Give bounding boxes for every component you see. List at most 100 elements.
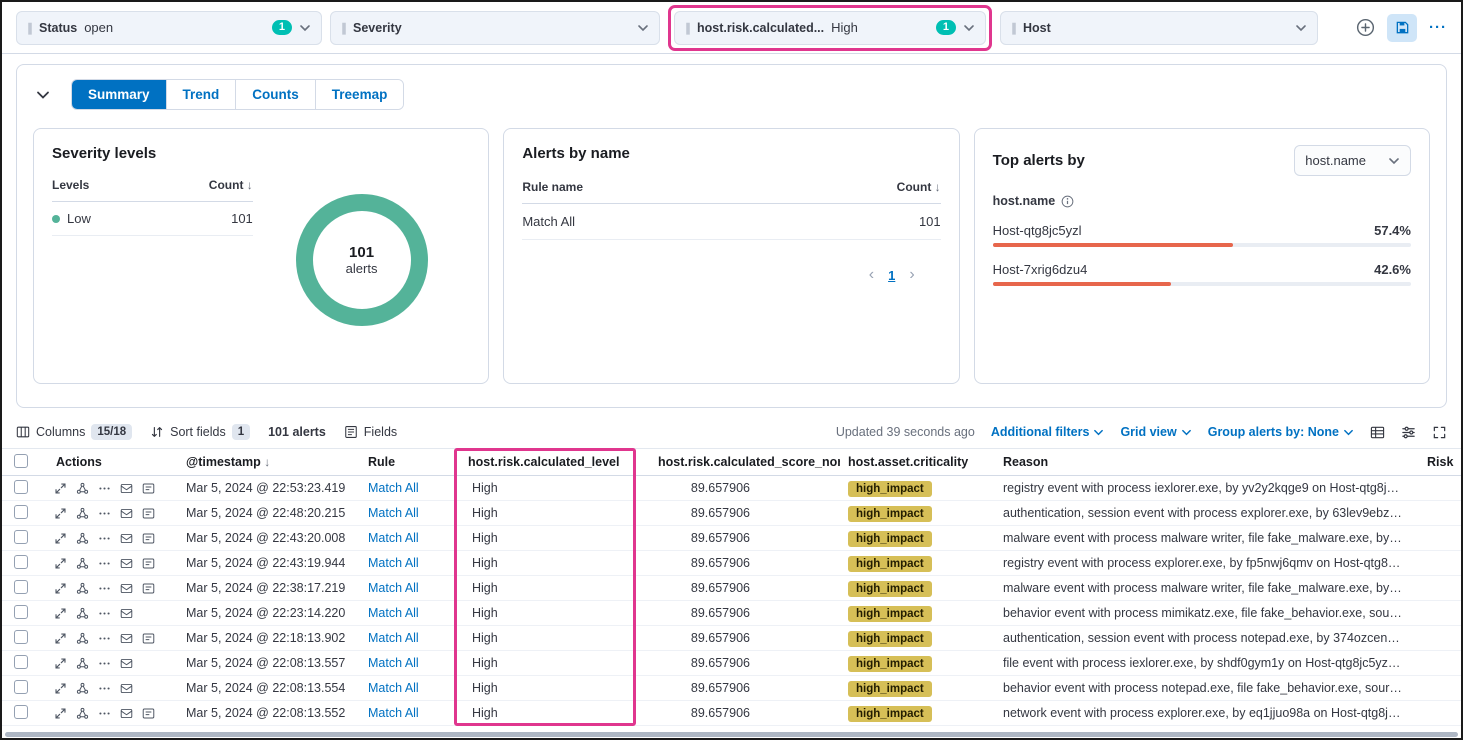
row-checkbox[interactable]: [14, 480, 28, 494]
select-all-checkbox[interactable]: [14, 454, 28, 468]
analyze-event-icon[interactable]: [76, 582, 89, 595]
grid-view-dropdown[interactable]: Grid view: [1120, 425, 1191, 439]
filter-pill-status[interactable]: ∥ Status open 1: [16, 11, 322, 45]
horizontal-scrollbar[interactable]: [5, 732, 1458, 737]
fields-button[interactable]: Fields: [344, 425, 397, 439]
more-actions-icon[interactable]: [98, 707, 111, 720]
rule-link[interactable]: Match All: [360, 606, 460, 620]
more-actions-icon[interactable]: [98, 657, 111, 670]
investigate-timeline-icon[interactable]: [142, 632, 155, 645]
more-actions-icon[interactable]: [98, 532, 111, 545]
expand-alert-icon[interactable]: [54, 507, 67, 520]
row-checkbox[interactable]: [14, 655, 28, 669]
chevron-down-icon[interactable]: [637, 22, 649, 34]
session-view-icon[interactable]: [120, 507, 133, 520]
row-checkbox[interactable]: [14, 530, 28, 544]
chevron-down-icon[interactable]: [1295, 22, 1307, 34]
save-controls-button[interactable]: [1387, 14, 1417, 42]
row-checkbox[interactable]: [14, 630, 28, 644]
analyze-event-icon[interactable]: [76, 482, 89, 495]
investigate-timeline-icon[interactable]: [142, 707, 155, 720]
filter-pill-host[interactable]: ∥ Host: [1000, 11, 1318, 45]
analyze-event-icon[interactable]: [76, 707, 89, 720]
next-page-icon[interactable]: ›: [909, 266, 914, 284]
tab-counts[interactable]: Counts: [235, 80, 315, 109]
analyze-event-icon[interactable]: [76, 557, 89, 570]
rule-link[interactable]: Match All: [360, 706, 460, 720]
grid-density-icon[interactable]: [1370, 425, 1385, 440]
collapse-panel-icon[interactable]: [33, 85, 53, 105]
fullscreen-icon[interactable]: [1432, 425, 1447, 440]
columns-button[interactable]: Columns 15/18: [16, 424, 132, 440]
expand-alert-icon[interactable]: [54, 557, 67, 570]
session-view-icon[interactable]: [120, 707, 133, 720]
filter-pill-host-risk-level[interactable]: ∥ host.risk.calculated... High 1: [674, 11, 986, 45]
rule-link[interactable]: Match All: [360, 656, 460, 670]
add-control-icon[interactable]: [1356, 18, 1375, 37]
severity-count-header[interactable]: Count ↓: [209, 178, 253, 192]
chevron-down-icon[interactable]: [299, 22, 311, 34]
filter-pill-severity[interactable]: ∥ Severity: [330, 11, 660, 45]
investigate-timeline-icon[interactable]: [142, 557, 155, 570]
tab-summary[interactable]: Summary: [72, 80, 166, 109]
expand-alert-icon[interactable]: [54, 657, 67, 670]
tab-treemap[interactable]: Treemap: [315, 80, 404, 109]
expand-alert-icon[interactable]: [54, 707, 67, 720]
expand-alert-icon[interactable]: [54, 607, 67, 620]
rule-link[interactable]: Match All: [360, 531, 460, 545]
expand-alert-icon[interactable]: [54, 582, 67, 595]
expand-alert-icon[interactable]: [54, 532, 67, 545]
more-actions-icon[interactable]: [98, 682, 111, 695]
more-actions-icon[interactable]: [98, 607, 111, 620]
more-actions-icon[interactable]: [98, 632, 111, 645]
header-risk-level[interactable]: host.risk.calculated_level: [460, 455, 650, 469]
group-alerts-dropdown[interactable]: Group alerts by: None: [1208, 425, 1354, 439]
more-actions-icon[interactable]: [98, 482, 111, 495]
rule-link[interactable]: Match All: [360, 581, 460, 595]
rule-link[interactable]: Match All: [360, 681, 460, 695]
session-view-icon[interactable]: [120, 632, 133, 645]
session-view-icon[interactable]: [120, 532, 133, 545]
rule-link[interactable]: Match All: [360, 481, 460, 495]
session-view-icon[interactable]: [120, 682, 133, 695]
count-header[interactable]: Count ↓: [897, 180, 941, 194]
investigate-timeline-icon[interactable]: [142, 507, 155, 520]
header-criticality[interactable]: host.asset.criticality: [840, 455, 995, 469]
header-timestamp[interactable]: @timestamp ↓: [178, 455, 360, 469]
rule-link[interactable]: Match All: [360, 631, 460, 645]
header-risk[interactable]: Risk: [1419, 455, 1461, 469]
row-checkbox[interactable]: [14, 555, 28, 569]
header-risk-score[interactable]: host.risk.calculated_score_norm: [650, 455, 840, 469]
row-checkbox[interactable]: [14, 605, 28, 619]
expand-alert-icon[interactable]: [54, 682, 67, 695]
analyze-event-icon[interactable]: [76, 657, 89, 670]
sort-fields-button[interactable]: Sort fields 1: [150, 424, 250, 440]
session-view-icon[interactable]: [120, 557, 133, 570]
session-view-icon[interactable]: [120, 657, 133, 670]
session-view-icon[interactable]: [120, 582, 133, 595]
investigate-timeline-icon[interactable]: [142, 482, 155, 495]
more-actions-icon[interactable]: [98, 507, 111, 520]
expand-alert-icon[interactable]: [54, 482, 67, 495]
prev-page-icon[interactable]: ‹: [869, 266, 874, 284]
row-checkbox[interactable]: [14, 705, 28, 719]
investigate-timeline-icon[interactable]: [142, 532, 155, 545]
rule-link[interactable]: Match All: [360, 556, 460, 570]
row-checkbox[interactable]: [14, 505, 28, 519]
additional-filters-dropdown[interactable]: Additional filters: [991, 425, 1105, 439]
analyze-event-icon[interactable]: [76, 532, 89, 545]
expand-alert-icon[interactable]: [54, 632, 67, 645]
analyze-event-icon[interactable]: [76, 632, 89, 645]
top-alerts-field-select[interactable]: host.name: [1294, 145, 1411, 176]
row-checkbox[interactable]: [14, 680, 28, 694]
tab-trend[interactable]: Trend: [166, 80, 236, 109]
more-actions-icon[interactable]: [98, 557, 111, 570]
more-controls-icon[interactable]: ···: [1429, 19, 1447, 36]
investigate-timeline-icon[interactable]: [142, 582, 155, 595]
chevron-down-icon[interactable]: [963, 22, 975, 34]
analyze-event-icon[interactable]: [76, 607, 89, 620]
analyze-event-icon[interactable]: [76, 507, 89, 520]
session-view-icon[interactable]: [120, 482, 133, 495]
page-number[interactable]: 1: [888, 268, 895, 283]
more-actions-icon[interactable]: [98, 582, 111, 595]
